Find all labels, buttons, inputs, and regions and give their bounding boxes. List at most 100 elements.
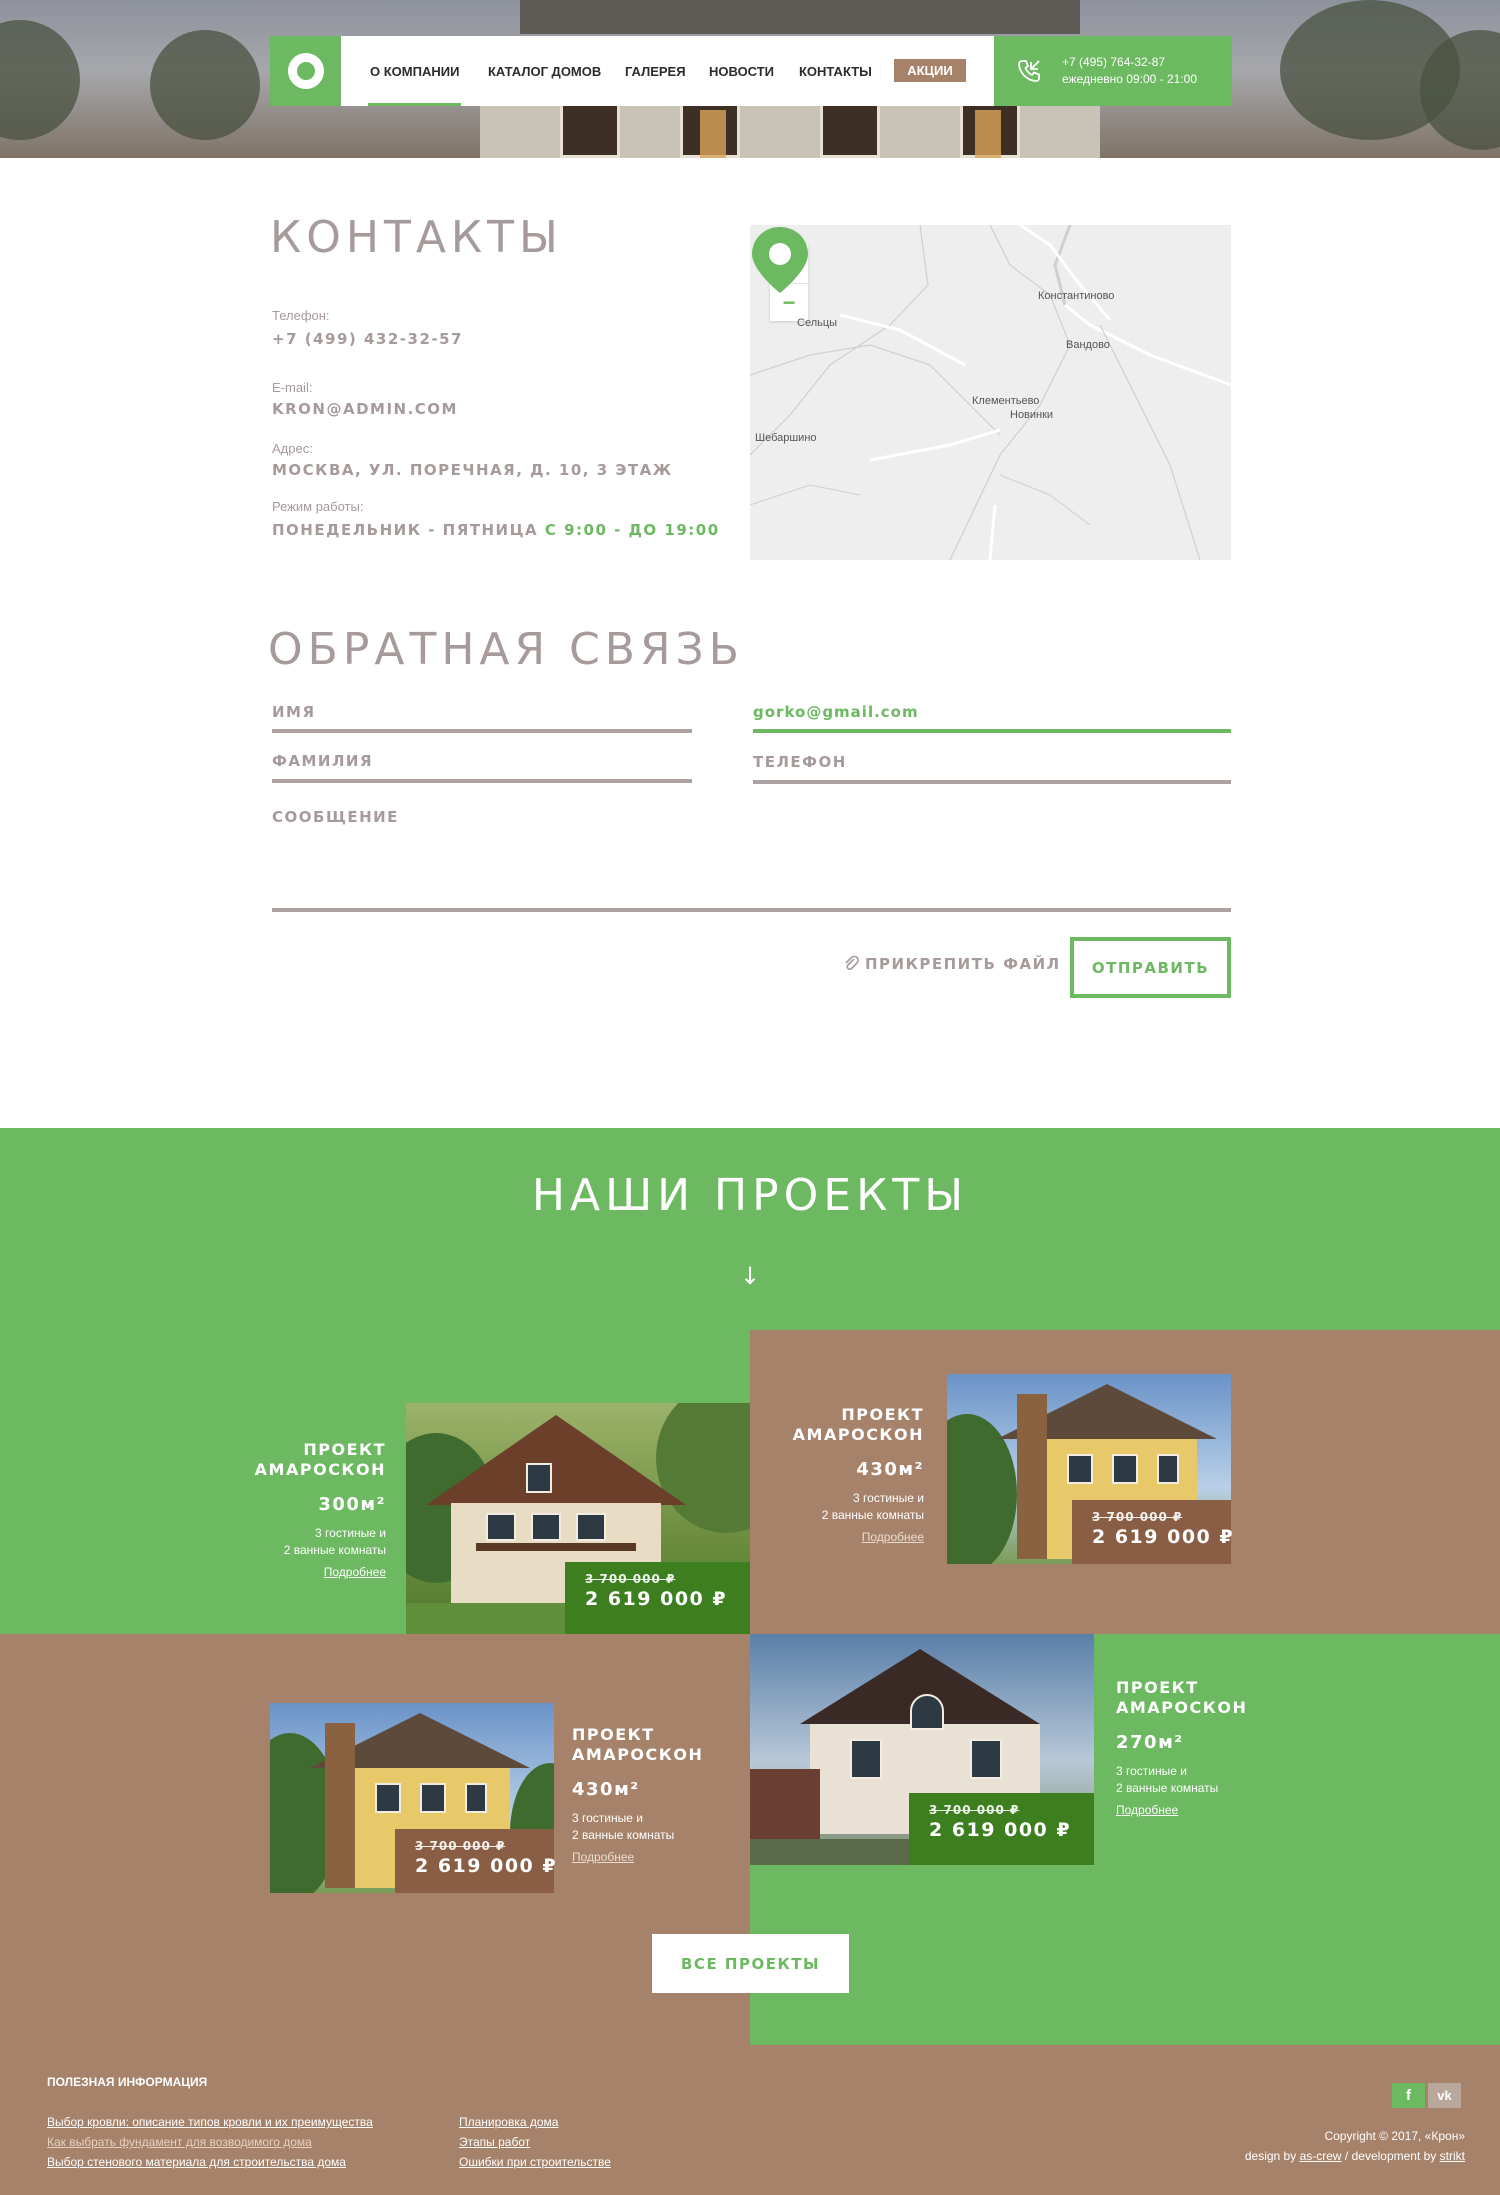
projects-title: НАШИ ПРОЕКТЫ — [531, 1170, 969, 1221]
main-nav: О КОМПАНИИ КАТАЛОГ ДОМОВ ГАЛЕРЕЯ НОВОСТИ… — [341, 36, 994, 106]
contact-address: МОСКВА, УЛ. ПОРЕЧНАЯ, Д. 10, 3 ЭТАЖ — [272, 461, 673, 479]
map-place-label: Константиново — [1038, 290, 1115, 302]
send-button[interactable]: ОТПРАВИТЬ — [1070, 937, 1231, 998]
message-field-label: СООБЩЕНИЕ — [272, 808, 399, 826]
feedback-title: ОБРАТНАЯ СВЯЗЬ — [268, 624, 744, 675]
footer: ПОЛЕЗНАЯ ИНФОРМАЦИЯ Выбор кровли: описан… — [0, 2045, 1500, 2195]
design-credit-link[interactable]: as-crew — [1300, 2149, 1342, 2163]
project-more-link[interactable]: Подробнее — [572, 1850, 722, 1864]
project-area: 300м² — [318, 1494, 386, 1515]
project-title: ПРОЕКТ АМАРОСКОН — [792, 1405, 924, 1444]
footer-link[interactable]: Выбор стенового материала для строительс… — [47, 2155, 346, 2169]
map-place-label: Сельцы — [797, 317, 838, 329]
copyright: Copyright © 2017, «Крон» — [1324, 2129, 1465, 2143]
project-more-link[interactable]: Подробнее — [230, 1565, 386, 1579]
phone-field[interactable]: ТЕЛЕФОН — [753, 753, 1231, 784]
project-card-3: ПРОЕКТ АМАРОСКОН 430м² 3 гостиные и2 ванн… — [572, 1725, 722, 1864]
address-label: Адрес: — [272, 441, 313, 456]
project-price-1: 3 700 000 ₽ 2 619 000 ₽ — [565, 1562, 750, 1634]
project-price-4: 3 700 000 ₽ 2 619 000 ₽ — [909, 1793, 1094, 1865]
contacts-title: КОНТАКТЫ — [270, 212, 563, 263]
logo-ring-icon — [287, 53, 324, 89]
map-pin-icon[interactable] — [750, 225, 810, 295]
name-field-label: ИМЯ — [272, 703, 316, 721]
surname-field[interactable]: ФАМИЛИЯ — [272, 752, 692, 783]
site-logo[interactable] — [270, 36, 341, 106]
nav-item-company[interactable]: О КОМПАНИИ — [367, 64, 462, 106]
phone-icon — [1018, 60, 1040, 82]
project-old-price: 3 700 000 ₽ — [1092, 1510, 1183, 1524]
map-place-label: Шебаршино — [755, 432, 817, 444]
project-old-price: 3 700 000 ₽ — [415, 1839, 506, 1853]
project-old-price: 3 700 000 ₽ — [585, 1572, 676, 1586]
nav-item-sales[interactable]: АКЦИИ — [894, 59, 966, 82]
phone-label: Телефон: — [272, 308, 330, 323]
project-new-price: 2 619 000 ₽ — [929, 1819, 1072, 1841]
map-place-label: Новинки — [1010, 409, 1054, 421]
email-label: E-mail: — [272, 380, 313, 395]
project-rooms: 3 гостиные и2 ванные комнаты — [572, 1811, 675, 1842]
nav-item-contacts[interactable]: КОНТАКТЫ — [799, 64, 872, 79]
project-old-price: 3 700 000 ₽ — [929, 1803, 1020, 1817]
project-area: 430м² — [572, 1779, 640, 1800]
footer-link[interactable]: Ошибки при строительстве — [459, 2155, 611, 2169]
project-more-link[interactable]: Подробнее — [1116, 1803, 1266, 1817]
message-field[interactable]: СООБЩЕНИЕ — [272, 808, 1231, 912]
dev-credit-link[interactable]: strikt — [1440, 2149, 1465, 2163]
credits: design by as-crew / development by strik… — [1244, 2149, 1465, 2163]
project-new-price: 2 619 000 ₽ — [415, 1855, 558, 1877]
hero-tree — [0, 20, 80, 140]
project-area: 270м² — [1116, 1732, 1184, 1753]
footer-title: ПОЛЕЗНАЯ ИНФОРМАЦИЯ — [47, 2075, 208, 2089]
email-field-value: gorko@gmail.com — [753, 703, 919, 721]
footer-link[interactable]: Как выбрать фундамент для возводимого до… — [47, 2135, 312, 2149]
header-phone-block[interactable]: +7 (495) 764-32-87 ежедневно 09:00 - 21:… — [994, 36, 1232, 106]
project-price-3: 3 700 000 ₽ 2 619 000 ₽ — [395, 1829, 558, 1893]
contacts-map[interactable]: + − Константиново Сельцы Вандово Клемент… — [750, 225, 1231, 560]
hero-tree — [150, 30, 260, 140]
contact-phone[interactable]: +7 (499) 432-32-57 — [272, 330, 463, 348]
project-rooms: 3 гостиные и2 ванные комнаты — [283, 1526, 386, 1557]
map-roads — [750, 225, 1231, 560]
footer-link[interactable]: Выбор кровли: описание типов кровли и их… — [47, 2115, 373, 2129]
contact-hours: ПОНЕДЕЛЬНИК - ПЯТНИЦА С 9:00 - ДО 19:00 — [272, 521, 720, 539]
arrow-down-icon: ↓ — [739, 1262, 761, 1290]
project-more-link[interactable]: Подробнее — [790, 1530, 924, 1544]
hours-label: Режим работы: — [272, 499, 364, 514]
facebook-icon[interactable]: f — [1392, 2083, 1425, 2108]
nav-item-news[interactable]: НОВОСТИ — [709, 64, 774, 79]
project-title: ПРОЕКТ АМАРОСКОН — [254, 1440, 386, 1479]
project-title: ПРОЕКТ АМАРОСКОН — [572, 1725, 704, 1764]
nav-item-catalog[interactable]: КАТАЛОГ ДОМОВ — [488, 64, 601, 79]
nav-item-gallery[interactable]: ГАЛЕРЕЯ — [625, 64, 686, 79]
name-field[interactable]: ИМЯ — [272, 703, 692, 733]
hero-window — [820, 100, 880, 158]
contact-email[interactable]: KRON@ADMIN.COM — [272, 400, 458, 418]
email-field[interactable]: gorko@gmail.com — [753, 703, 1231, 733]
phone-field-label: ТЕЛЕФОН — [753, 753, 847, 771]
footer-link[interactable]: Этапы работ — [459, 2135, 530, 2149]
map-place-label: Вандово — [1066, 339, 1110, 351]
project-new-price: 2 619 000 ₽ — [1092, 1526, 1235, 1548]
attach-file-label: ПРИКРЕПИТЬ ФАЙЛ — [865, 955, 1061, 973]
paperclip-icon — [845, 955, 859, 971]
project-rooms: 3 гостиные и2 ванные комнаты — [821, 1491, 924, 1522]
hero-window-light — [975, 110, 1001, 158]
vk-icon[interactable]: vk — [1428, 2083, 1461, 2108]
hero-house-roof — [520, 0, 1080, 34]
hours-time: С 9:00 - ДО 19:00 — [544, 521, 720, 539]
hero-window — [560, 100, 620, 158]
project-new-price: 2 619 000 ₽ — [585, 1588, 728, 1610]
header-phone-number[interactable]: +7 (495) 764-32-87 — [1062, 55, 1165, 69]
all-projects-button[interactable]: ВСЕ ПРОЕКТЫ — [652, 1934, 849, 1993]
project-card-4: ПРОЕКТ АМАРОСКОН 270м² 3 гостиные и2 ванн… — [1116, 1678, 1266, 1817]
hours-days: ПОНЕДЕЛЬНИК - ПЯТНИЦА — [272, 521, 539, 539]
header-hours: ежедневно 09:00 - 21:00 — [1062, 72, 1198, 86]
map-place-label: Клементьево — [972, 395, 1040, 407]
project-price-2: 3 700 000 ₽ 2 619 000 ₽ — [1072, 1500, 1235, 1564]
attach-file-button[interactable]: ПРИКРЕПИТЬ ФАЙЛ — [843, 955, 1061, 973]
hero-window-light — [700, 110, 726, 158]
project-card-1: ПРОЕКТ АМАРОСКОН 300м² 3 гостиные и2 ванн… — [230, 1440, 386, 1579]
footer-link[interactable]: Планировка дома — [459, 2115, 558, 2129]
project-title: ПРОЕКТ АМАРОСКОН — [1116, 1678, 1248, 1717]
